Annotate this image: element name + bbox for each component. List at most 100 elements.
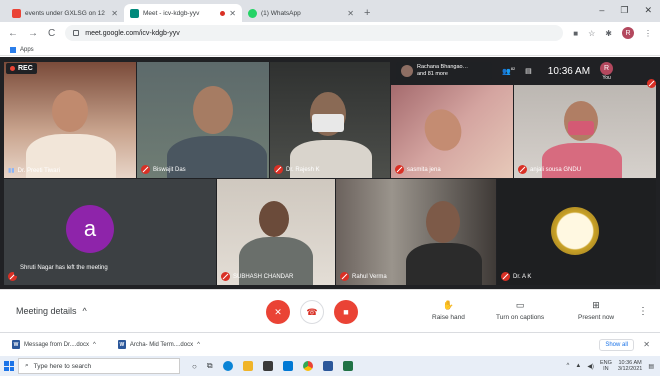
tab-whatsapp[interactable]: (1) WhatsApp ✕ [242, 4, 360, 22]
camera-icon[interactable]: ■ [573, 29, 578, 38]
close-tab-icon[interactable]: ✕ [347, 9, 354, 18]
address-bar[interactable]: meet.google.com/icv-kdgb-yyv [65, 25, 564, 41]
tab-meet[interactable]: Meet - icv-kdgb-yyv ✕ [124, 4, 242, 22]
cortana-icon[interactable]: ○ [192, 362, 197, 371]
gmail-icon [12, 8, 21, 18]
mic-toggle-button[interactable]: ✕ [266, 300, 290, 324]
star-icon[interactable]: ☆ [588, 29, 595, 38]
recording-label: REC [18, 65, 33, 72]
tab-title: Meet - icv-kdgb-yyv [143, 9, 200, 17]
network-icon[interactable]: ▲ [575, 363, 581, 369]
mic-off-icon [518, 165, 527, 174]
participant-tile[interactable]: Biswajit Das [137, 62, 269, 178]
restore-icon[interactable]: ❐ [620, 5, 628, 16]
menu-icon[interactable]: ⋮ [644, 29, 652, 38]
audio-level-icon: ▮▮ [8, 168, 15, 174]
participant-tile[interactable]: Dr. Rajesh K [270, 62, 390, 178]
participant-name: sasmita jena [407, 166, 441, 173]
close-window-icon[interactable]: ✕ [644, 5, 652, 16]
meeting-details-label: Meeting details [16, 306, 77, 316]
participant-tile[interactable]: SUBHASH CHANDAR [217, 179, 335, 285]
excel-icon[interactable] [342, 361, 353, 371]
present-now-button[interactable]: ⊞ Present now [578, 300, 614, 321]
participant-tile[interactable]: ▮▮ Dr. Preeti Tiwari [4, 62, 136, 178]
captions-button[interactable]: ▭ Turn on captions [496, 300, 544, 321]
chevron-up-icon[interactable]: ^ [197, 342, 200, 348]
download-item[interactable]: W Archa- Mid Term....docx ^ [117, 340, 200, 349]
recording-badge: REC [6, 63, 37, 74]
meeting-controls-bar: Meeting details ^ ✕ ☎ ■ ✋ Raise hand ▭ T… [0, 289, 660, 332]
show-all-button[interactable]: Show all [599, 338, 634, 351]
raise-hand-button[interactable]: ✋ Raise hand [432, 300, 465, 321]
participant-tile[interactable]: sasmita jena [391, 85, 513, 178]
mic-off-icon [274, 165, 283, 174]
presenter-name: Rachana Bhangao… [417, 64, 469, 70]
profile-avatar[interactable]: R [622, 27, 634, 39]
download-filename: Message from Dr....docx [24, 341, 90, 348]
taskbar-clock[interactable]: 10:36 AM 3/12/2021 [618, 360, 642, 372]
new-tab-button[interactable]: + [364, 7, 370, 19]
search-icon: ⌕ [25, 362, 29, 369]
participant-tile[interactable]: anjali sousa GNDU [514, 85, 656, 178]
browser-tab-strip: events under GXLSG on 12 Mar… ✕ Meet - i… [0, 0, 660, 22]
download-filename: Archa- Mid Term....docx [129, 341, 194, 348]
chevron-up-icon[interactable]: ^ [567, 363, 570, 369]
windows-start-icon[interactable] [4, 361, 14, 371]
store-icon[interactable] [262, 361, 273, 371]
participant-name: Biswajit Das [153, 166, 186, 173]
mic-off-icon [221, 272, 230, 281]
tab-gmail[interactable]: events under GXLSG on 12 Mar… ✕ [6, 4, 124, 22]
notifications-icon[interactable]: ▤ [648, 363, 654, 370]
windows-taskbar: ⌕ Type here to search ○ ⧉ ^ ▲ ◀) ENG IN … [0, 356, 660, 376]
meeting-clock: 10:36 AM [547, 65, 591, 77]
minimize-icon[interactable]: – [599, 5, 604, 16]
back-icon[interactable]: ← [8, 28, 18, 39]
participant-name: Dr. Rajesh K [286, 166, 320, 173]
forward-icon[interactable]: → [28, 28, 38, 39]
apps-icon[interactable] [10, 46, 16, 53]
participant-tile[interactable]: Rahul Verma [336, 179, 496, 285]
self-view[interactable]: R You [600, 61, 614, 81]
chrome-icon[interactable] [302, 361, 313, 371]
chat-icon[interactable]: ▤ [525, 67, 532, 75]
close-tab-icon[interactable]: ✕ [229, 9, 236, 18]
lock-icon [73, 30, 80, 36]
participant-summary[interactable]: Rachana Bhangao… and 81 more [396, 62, 492, 80]
close-icon[interactable]: ✕ [643, 340, 650, 349]
more-options-icon[interactable]: ⋮ [638, 306, 648, 317]
extensions-icon[interactable]: ✱ [605, 29, 612, 38]
captions-icon: ▭ [515, 300, 525, 310]
edge-icon[interactable] [222, 361, 233, 371]
clock-date: 3/12/2021 [617, 366, 643, 372]
task-view-icon[interactable]: ⧉ [207, 361, 213, 371]
apps-label[interactable]: Apps [20, 47, 34, 53]
chevron-up-icon[interactable]: ^ [93, 342, 96, 348]
participant-tile[interactable]: Dr. A K [497, 179, 656, 285]
volume-icon[interactable]: ◀) [587, 363, 594, 370]
close-tab-icon[interactable]: ✕ [111, 9, 118, 18]
camera-toggle-button[interactable]: ■ [334, 300, 358, 324]
mail-icon[interactable] [282, 361, 293, 371]
language-indicator[interactable]: ENG IN [600, 360, 612, 372]
raise-hand-label: Raise hand [432, 314, 465, 321]
word-icon[interactable] [322, 361, 333, 371]
participant-name: Rahul Verma [352, 273, 387, 280]
meet-top-bar: Rachana Bhangao… and 81 more 👥82 ▤ 10:36… [390, 60, 660, 88]
leave-call-button[interactable]: ☎ [300, 300, 324, 324]
reload-icon[interactable]: C [48, 28, 55, 39]
meet-icon [130, 8, 139, 18]
avatar: R [600, 61, 614, 75]
region-label: IN [603, 366, 609, 372]
system-tray: ^ ▲ ◀) ENG IN 10:36 AM 3/12/2021 ▤ [567, 360, 654, 372]
hand-icon: ✋ [442, 300, 455, 310]
meet-stage: REC Rachana Bhangao… and 81 more 👥82 ▤ 1… [0, 57, 660, 289]
mic-off-icon [501, 272, 510, 281]
participant-name: anjali sousa GNDU [530, 166, 582, 173]
taskbar-search-input[interactable]: ⌕ Type here to search [18, 358, 180, 374]
people-button[interactable]: 👥82 [502, 66, 515, 75]
file-explorer-icon[interactable] [242, 361, 253, 371]
people-icon: 👥 [502, 68, 511, 76]
participant-name: SUBHASH CHANDAR [233, 273, 294, 280]
meeting-details-button[interactable]: Meeting details ^ [16, 306, 136, 316]
download-item[interactable]: W Message from Dr....docx ^ [12, 340, 96, 349]
